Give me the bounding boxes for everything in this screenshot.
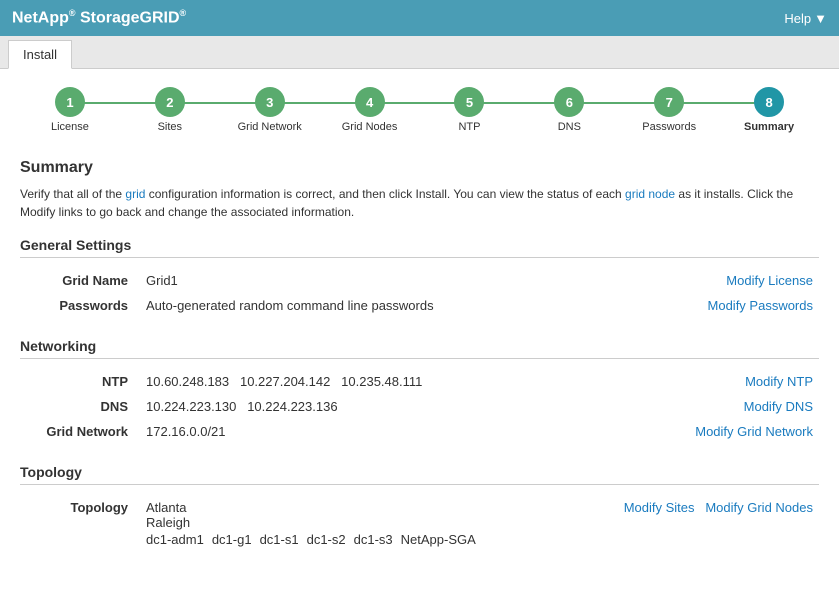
step-circle-8: 8 <box>754 87 784 117</box>
networking-header: Networking <box>20 338 819 359</box>
step-circle-1: 1 <box>55 87 85 117</box>
table-row: Grid Name Grid1 Modify License <box>20 268 819 293</box>
section-networking: Networking NTP 10.60.248.183 10.227.204.… <box>20 338 819 444</box>
steps-container: 1 License 2 Sites 3 Grid Network 4 Grid Nodes 5 N… <box>0 69 839 143</box>
step-label-1: License <box>51 121 89 133</box>
ntp-value: 10.60.248.183 10.227.204.142 10.235.48.1… <box>140 369 608 394</box>
node-dc1-s2: dc1-s2 <box>307 532 346 547</box>
general-settings-header: General Settings <box>20 237 819 258</box>
step-grid-nodes[interactable]: 4 Grid Nodes <box>320 87 420 133</box>
step-label-6: DNS <box>558 121 581 133</box>
dns-value: 10.224.223.130 10.224.223.136 <box>140 394 608 419</box>
topology-actions: Modify Sites Modify Grid Nodes <box>567 495 819 552</box>
tab-bar: Install <box>0 36 839 69</box>
step-label-5: NTP <box>458 121 480 133</box>
app-title: NetApp® StorageGRID® <box>12 8 186 27</box>
step-circle-2: 2 <box>155 87 185 117</box>
grid-network-label: Grid Network <box>20 419 140 444</box>
node-dc1-s3: dc1-s3 <box>354 532 393 547</box>
topology-label: Topology <box>20 495 140 552</box>
table-row: Grid Network 172.16.0.0/21 Modify Grid N… <box>20 419 819 444</box>
modify-sites-link[interactable]: Modify Sites <box>624 500 695 515</box>
grid-name-value: Grid1 <box>140 268 628 293</box>
tab-install[interactable]: Install <box>8 40 72 69</box>
dns-label: DNS <box>20 394 140 419</box>
step-circle-3: 3 <box>255 87 285 117</box>
step-circle-5: 5 <box>454 87 484 117</box>
site-raleigh: Raleigh <box>146 515 561 530</box>
help-button[interactable]: Help ▼ <box>784 11 827 26</box>
step-circle-6: 6 <box>554 87 584 117</box>
node-dc1-adm1: dc1-adm1 <box>146 532 204 547</box>
topology-value: Atlanta Raleigh dc1-adm1 dc1-g1 dc1-s1 d… <box>140 495 567 552</box>
grid-network-value: 172.16.0.0/21 <box>140 419 608 444</box>
header: NetApp® StorageGRID® Help ▼ <box>0 0 839 36</box>
topology-nodes: dc1-adm1 dc1-g1 dc1-s1 dc1-s2 dc1-s3 Net… <box>146 532 561 547</box>
modify-passwords-link[interactable]: Modify Passwords <box>628 293 819 318</box>
step-label-7: Passwords <box>642 121 696 133</box>
description: Verify that all of the grid configuratio… <box>20 185 819 221</box>
site-atlanta: Atlanta <box>146 500 561 515</box>
topology-header: Topology <box>20 464 819 485</box>
page-title: Summary <box>20 159 819 177</box>
grid-name-label: Grid Name <box>20 268 140 293</box>
step-circle-4: 4 <box>355 87 385 117</box>
table-row: NTP 10.60.248.183 10.227.204.142 10.235.… <box>20 369 819 394</box>
modify-grid-network-link[interactable]: Modify Grid Network <box>608 419 819 444</box>
ntp-label: NTP <box>20 369 140 394</box>
table-row: Passwords Auto-generated random command … <box>20 293 819 318</box>
modify-grid-nodes-link[interactable]: Modify Grid Nodes <box>705 500 813 515</box>
step-license[interactable]: 1 License <box>20 87 120 133</box>
modify-ntp-link[interactable]: Modify NTP <box>608 369 819 394</box>
step-ntp[interactable]: 5 NTP <box>420 87 520 133</box>
node-dc1-s1: dc1-s1 <box>260 532 299 547</box>
section-topology: Topology Topology Atlanta Raleigh dc1-ad… <box>20 464 819 552</box>
topology-table: Topology Atlanta Raleigh dc1-adm1 dc1-g1… <box>20 495 819 552</box>
step-label-8: Summary <box>744 121 794 133</box>
grid-node-link[interactable]: grid node <box>625 187 675 201</box>
step-label-2: Sites <box>158 121 182 133</box>
step-label-4: Grid Nodes <box>342 121 398 133</box>
passwords-label: Passwords <box>20 293 140 318</box>
main-content: Summary Verify that all of the grid conf… <box>0 143 839 588</box>
help-chevron-icon: ▼ <box>814 11 827 26</box>
step-grid-network[interactable]: 3 Grid Network <box>220 87 320 133</box>
step-label-3: Grid Network <box>238 121 302 133</box>
step-dns[interactable]: 6 DNS <box>519 87 619 133</box>
modify-license-link[interactable]: Modify License <box>628 268 819 293</box>
node-dc1-g1: dc1-g1 <box>212 532 252 547</box>
section-general-settings: General Settings Grid Name Grid1 Modify … <box>20 237 819 318</box>
modify-dns-link[interactable]: Modify DNS <box>608 394 819 419</box>
step-sites[interactable]: 2 Sites <box>120 87 220 133</box>
step-circle-7: 7 <box>654 87 684 117</box>
networking-table: NTP 10.60.248.183 10.227.204.142 10.235.… <box>20 369 819 444</box>
general-settings-table: Grid Name Grid1 Modify License Passwords… <box>20 268 819 318</box>
table-row: Topology Atlanta Raleigh dc1-adm1 dc1-g1… <box>20 495 819 552</box>
help-label: Help <box>784 11 811 26</box>
grid-link[interactable]: grid <box>125 187 145 201</box>
node-netapp-sga: NetApp-SGA <box>401 532 476 547</box>
table-row: DNS 10.224.223.130 10.224.223.136 Modify… <box>20 394 819 419</box>
step-passwords[interactable]: 7 Passwords <box>619 87 719 133</box>
passwords-value: Auto-generated random command line passw… <box>140 293 628 318</box>
step-summary[interactable]: 8 Summary <box>719 87 819 133</box>
